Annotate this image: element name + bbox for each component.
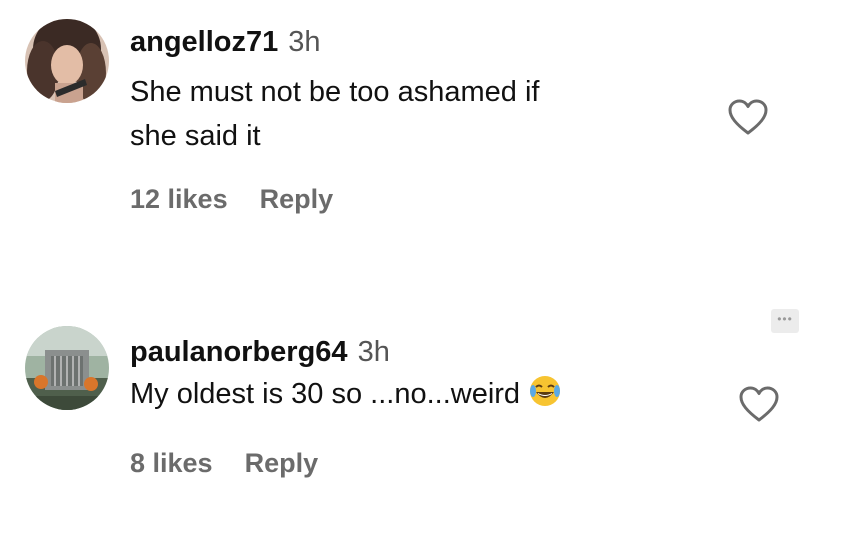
avatar[interactable] [25,19,109,103]
comment-text: My oldest is 30 so ...no...weird [130,378,521,410]
tears-of-joy-emoji-icon [528,374,562,408]
heart-icon[interactable] [738,385,780,423]
comment-meta: 8 likes Reply [130,448,318,479]
comment-item: angelloz71 3h She must not be too ashamed… [0,0,841,260]
comment-text-line: She must not be too ashamed if [130,76,540,108]
avatar[interactable] [25,326,109,410]
comment-content: paulanorberg64 3h My oldest is 30 so ...n… [130,334,562,416]
comment-text-line: My oldest is 30 so ...no...weird [130,372,562,416]
reply-button[interactable]: Reply [245,448,319,478]
username-link[interactable]: paulanorberg64 [130,336,348,368]
comment-text-line: she said it [130,120,261,152]
timestamp: 3h [288,26,321,58]
reply-button[interactable]: Reply [260,184,334,214]
comment-content: angelloz71 3h She must not be too ashamed… [130,24,539,158]
comment-meta: 12 likes Reply [130,184,333,215]
timestamp: 3h [357,336,390,368]
comment-item: paulanorberg64 3h My oldest is 30 so ...n… [0,300,841,534]
comment-header: angelloz71 3h [130,24,539,60]
likes-count[interactable]: 12 likes [130,184,228,214]
comment-header: paulanorberg64 3h [130,334,562,370]
username-link[interactable]: angelloz71 [130,26,278,58]
likes-count[interactable]: 8 likes [130,448,213,478]
heart-icon[interactable] [727,98,769,136]
